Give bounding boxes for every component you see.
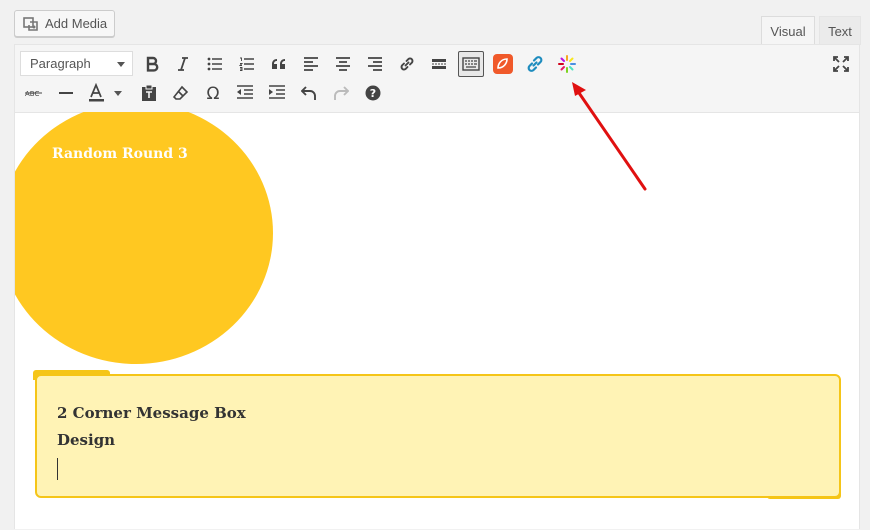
help-icon: ? xyxy=(365,85,381,101)
help-button[interactable]: ? xyxy=(360,80,386,106)
message-box-line-2: Design xyxy=(57,431,116,449)
undo-button[interactable] xyxy=(296,80,322,106)
horizontal-line-icon xyxy=(59,92,73,94)
editor-content[interactable]: Random Round 3 2 Corner Message Box Desi… xyxy=(15,112,859,530)
clipboard-icon xyxy=(142,84,156,101)
message-box-line-1: 2 Corner Message Box xyxy=(57,404,246,422)
svg-text:?: ? xyxy=(370,87,376,100)
eraser-icon xyxy=(173,85,189,100)
strikethrough-button[interactable]: ABC xyxy=(21,80,47,106)
outdent-icon xyxy=(237,85,253,99)
text-cursor xyxy=(57,458,58,480)
align-center-icon xyxy=(336,57,350,71)
keyboard-icon xyxy=(462,57,480,71)
decrease-indent-button[interactable] xyxy=(232,80,258,106)
italic-button[interactable] xyxy=(170,51,196,77)
increase-indent-button[interactable] xyxy=(264,80,290,106)
align-right-icon xyxy=(368,57,382,71)
add-media-button[interactable]: Add Media xyxy=(14,10,115,37)
toolbar-toggle-button[interactable] xyxy=(458,51,484,77)
align-center-button[interactable] xyxy=(330,51,356,77)
sparkle-plugin-button[interactable] xyxy=(554,51,580,77)
fullscreen-icon xyxy=(833,56,849,72)
align-left-button[interactable] xyxy=(298,51,324,77)
read-more-button[interactable] xyxy=(426,51,452,77)
editor: Paragraph ABC Ω ? Random Round 3 2 Corne… xyxy=(14,44,860,529)
link-icon xyxy=(400,57,414,71)
sparkle-icon xyxy=(558,55,576,73)
editor-toolbar: Paragraph ABC Ω ? xyxy=(15,45,859,113)
tab-text[interactable]: Text xyxy=(819,16,861,45)
svg-text:Ω: Ω xyxy=(207,85,220,101)
format-select-value: Paragraph xyxy=(30,56,91,71)
chevron-down-icon xyxy=(117,62,125,67)
clear-formatting-button[interactable] xyxy=(168,80,194,106)
indent-icon xyxy=(269,85,285,99)
quote-icon xyxy=(272,59,285,69)
svg-text:ABC: ABC xyxy=(25,90,39,98)
special-character-button[interactable]: Ω xyxy=(200,80,226,106)
fullscreen-button[interactable] xyxy=(828,51,854,77)
bold-icon xyxy=(146,56,159,72)
paste-as-text-button[interactable] xyxy=(136,80,162,106)
blue-link-icon xyxy=(527,56,543,72)
strikethrough-icon: ABC xyxy=(25,90,42,98)
shape-plugin-button[interactable] xyxy=(490,51,516,77)
numbered-list-button[interactable] xyxy=(234,51,260,77)
omega-icon: Ω xyxy=(207,85,220,101)
align-left-icon xyxy=(304,57,318,71)
orange-shape-icon xyxy=(493,54,513,74)
text-color-button[interactable] xyxy=(85,80,125,106)
numbered-list-icon xyxy=(239,57,254,71)
colored-link-button[interactable] xyxy=(522,51,548,77)
media-icon xyxy=(23,16,39,32)
message-box[interactable]: 2 Corner Message Box Design xyxy=(35,374,841,498)
italic-icon xyxy=(178,57,188,71)
bold-button[interactable] xyxy=(139,51,165,77)
shape-title: Random Round 3 xyxy=(52,146,188,162)
bulleted-list-button[interactable] xyxy=(202,51,228,77)
text-color-icon xyxy=(89,83,122,102)
undo-icon xyxy=(301,86,316,100)
horizontal-line-button[interactable] xyxy=(53,80,79,106)
add-media-label: Add Media xyxy=(45,16,108,31)
redo-icon xyxy=(334,86,349,100)
bulleted-list-icon xyxy=(207,57,222,71)
blockquote-button[interactable] xyxy=(266,51,292,77)
tab-visual[interactable]: Visual xyxy=(761,16,815,45)
align-right-button[interactable] xyxy=(362,51,388,77)
format-select[interactable]: Paragraph xyxy=(20,51,133,76)
insert-link-button[interactable] xyxy=(394,51,420,77)
read-more-icon xyxy=(432,59,446,69)
redo-button[interactable] xyxy=(328,80,354,106)
